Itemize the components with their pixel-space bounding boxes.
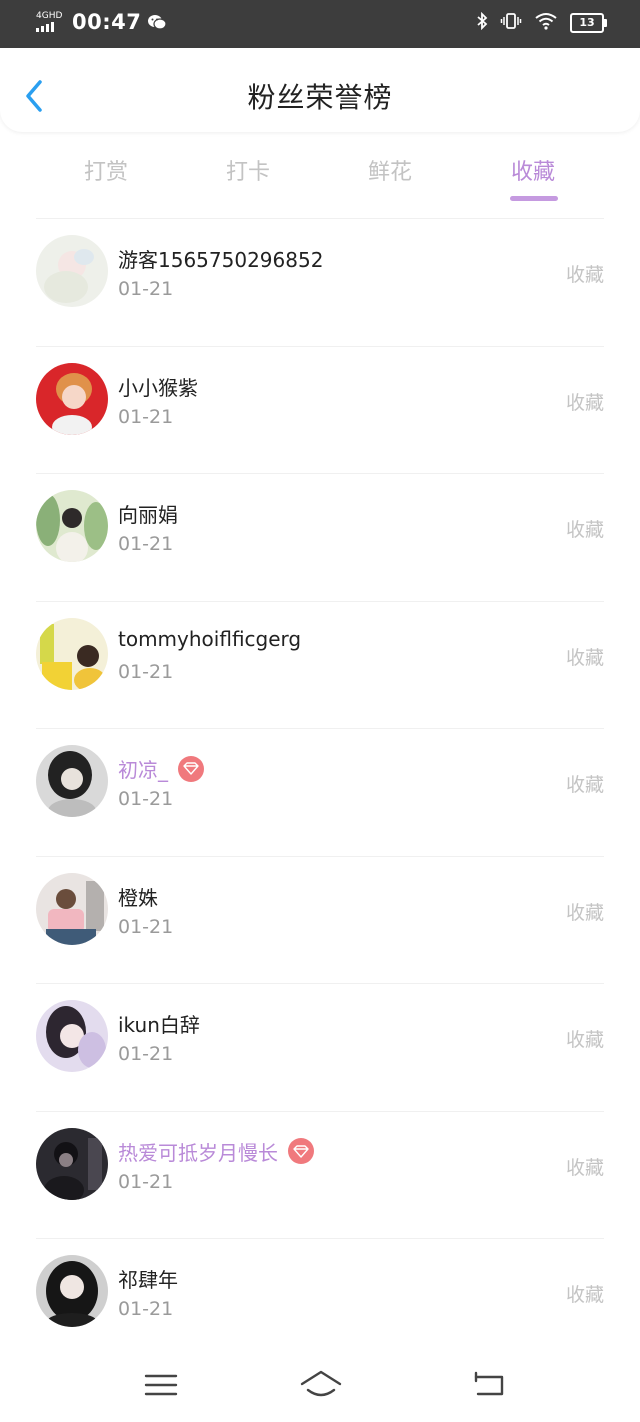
fan-date: 01-21: [118, 278, 174, 300]
divider: [36, 728, 604, 729]
fan-action: 收藏: [565, 1029, 604, 1051]
clock: 00:47: [72, 10, 142, 34]
avatar[interactable]: [36, 617, 108, 690]
page-title: 粉丝荣誉榜: [247, 81, 393, 114]
divider: [36, 855, 604, 857]
fan-name: 游客1565750296852: [118, 248, 324, 272]
list-item[interactable]: 初凉_ 01-21 收藏: [0, 728, 640, 856]
tab-bar: 打赏 打卡 鲜花 收藏: [0, 146, 640, 206]
fan-date: 01-21: [118, 405, 174, 428]
list-item[interactable]: 热爱可抵岁月慢长 01-21 收藏: [0, 1110, 640, 1239]
fan-action: 收藏: [565, 519, 604, 541]
fan-action: 收藏: [565, 1156, 604, 1179]
list-item[interactable]: 橙姝 01-21 收藏: [0, 855, 640, 984]
fan-action: 收藏: [565, 774, 604, 796]
divider: [36, 1110, 604, 1112]
divider: [36, 983, 604, 984]
fan-name: tommyhoiflficgerg: [118, 626, 302, 651]
fan-name: 小小猴紫: [118, 375, 198, 400]
list-item[interactable]: 向丽娟 01-21 收藏: [0, 473, 640, 601]
avatar[interactable]: [36, 745, 108, 817]
fan-name: 初凉_: [118, 758, 168, 782]
fan-date: 01-21: [118, 1170, 174, 1193]
vibrate-icon: [500, 12, 522, 34]
back-icon: [474, 1371, 504, 1396]
header: 粉丝荣誉榜: [0, 48, 640, 132]
list-item[interactable]: 祁肆年 01-21 收藏: [0, 1238, 640, 1366]
tab-active-indicator: [510, 196, 558, 201]
wifi-icon: [534, 12, 558, 34]
divider: [36, 600, 604, 602]
fan-name: 橙姝: [118, 885, 158, 910]
divider: [36, 345, 604, 347]
status-bar: 4GHD 00:47 13: [0, 0, 640, 48]
tab-flowers[interactable]: 鲜花: [335, 154, 445, 186]
avatar[interactable]: [36, 235, 108, 307]
avatar[interactable]: [36, 872, 108, 945]
avatar[interactable]: [36, 1255, 108, 1327]
wechat-icon: [147, 14, 167, 31]
tab-checkin[interactable]: 打卡: [193, 154, 303, 186]
home-button[interactable]: [299, 1368, 343, 1402]
fan-date: 01-21: [118, 533, 174, 555]
back-nav-button[interactable]: [468, 1368, 508, 1402]
fan-date: 01-21: [118, 660, 174, 683]
list-item[interactable]: 游客1565750296852 01-21 收藏: [0, 218, 640, 346]
vip-diamond-icon: [178, 755, 204, 782]
fan-name: ikun白辞: [118, 1013, 200, 1037]
fan-date: 01-21: [118, 788, 174, 810]
fan-date: 01-21: [118, 1043, 174, 1065]
menu-icon: [144, 1374, 178, 1396]
fan-date: 01-21: [118, 915, 174, 938]
tab-reward[interactable]: 打赏: [51, 154, 161, 186]
list-item[interactable]: tommyhoiflficgerg 01-21 收藏: [0, 600, 640, 729]
fan-action: 收藏: [565, 646, 604, 669]
fan-action: 收藏: [565, 901, 604, 924]
tab-favorites[interactable]: 收藏: [478, 154, 588, 186]
fan-name: 热爱可抵岁月慢长: [118, 1140, 278, 1165]
divider: [36, 473, 604, 474]
vip-diamond-icon: [288, 1138, 314, 1164]
fan-action: 收藏: [565, 264, 604, 286]
network-type: 4GHD: [36, 11, 63, 21]
list-item[interactable]: 小小猴紫 01-21 收藏: [0, 345, 640, 474]
list-item[interactable]: ikun白辞 01-21 收藏: [0, 983, 640, 1111]
signal-icon: 4GHD: [36, 12, 66, 32]
bluetooth-icon: [476, 11, 488, 34]
avatar[interactable]: [36, 1000, 108, 1072]
divider: [36, 218, 604, 219]
avatar[interactable]: [36, 490, 108, 562]
fan-name: 祁肆年: [118, 1268, 178, 1292]
fan-name: 向丽娟: [118, 503, 178, 527]
divider: [36, 1238, 604, 1239]
fan-date: 01-21: [118, 1298, 174, 1320]
fan-list: 游客1565750296852 01-21 收藏 小小猴紫 01-21 收藏 向…: [0, 218, 640, 1366]
fan-action: 收藏: [565, 1284, 604, 1306]
home-icon: [300, 1370, 342, 1397]
menu-button[interactable]: [141, 1368, 181, 1402]
avatar[interactable]: [36, 1127, 108, 1200]
system-nav-bar: [0, 1350, 640, 1422]
fan-action: 收藏: [565, 391, 604, 414]
avatar[interactable]: [36, 362, 108, 435]
battery-icon: 13: [570, 13, 607, 33]
